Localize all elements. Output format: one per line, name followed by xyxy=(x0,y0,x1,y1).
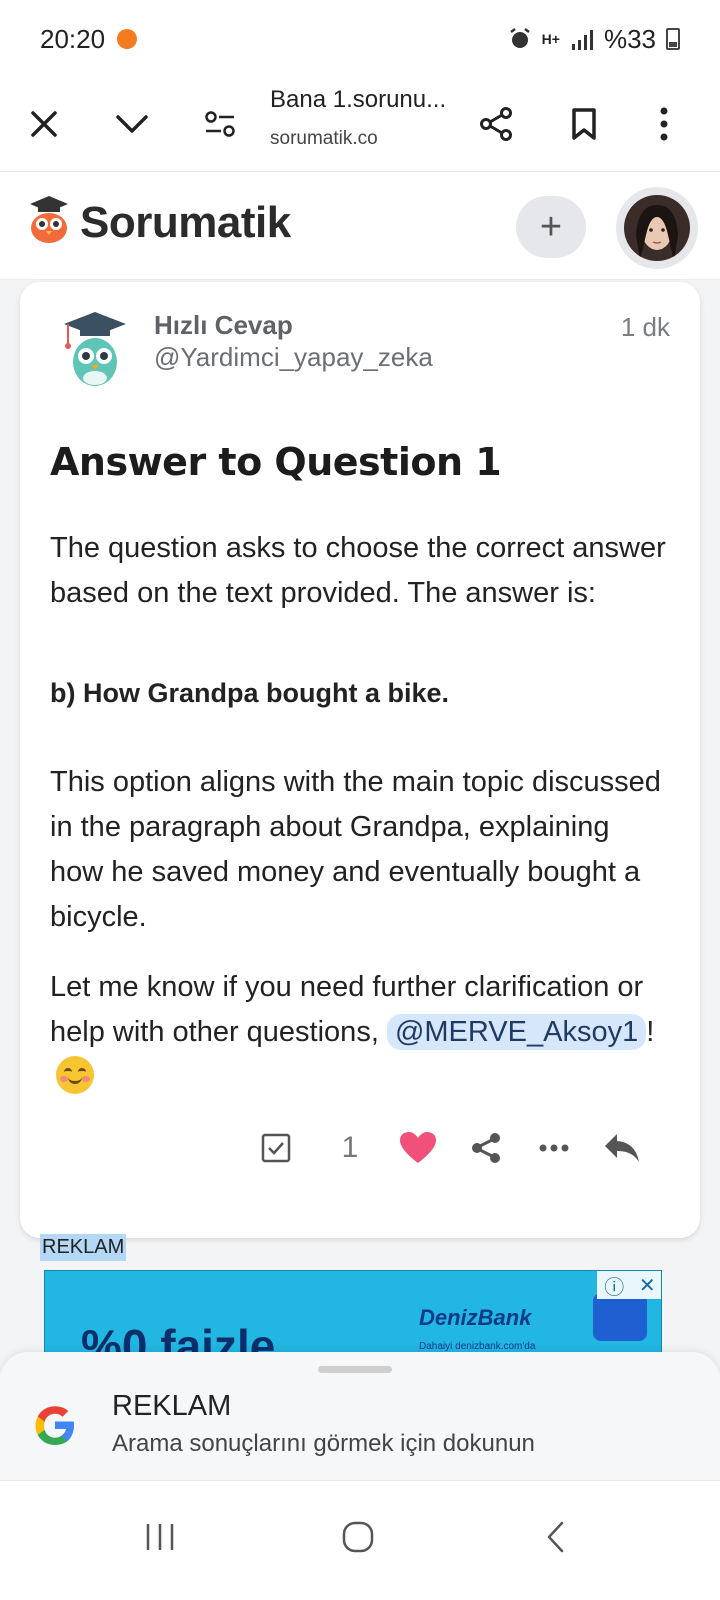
bookmark-icon[interactable] xyxy=(560,100,608,148)
bot-owl-avatar-icon[interactable] xyxy=(60,310,130,390)
share-icon[interactable] xyxy=(472,100,520,148)
user-mention[interactable]: @MERVE_Aksoy1 xyxy=(386,1014,647,1050)
avatar xyxy=(624,195,690,261)
ad-label: REKLAM xyxy=(40,1234,127,1261)
battery-icon xyxy=(666,28,680,50)
answer-intro: The question asks to choose the correct … xyxy=(50,532,666,609)
smiling-face-emoji-icon xyxy=(56,1056,94,1094)
ad-controls: ⓘ ✕ xyxy=(597,1271,661,1300)
home-icon[interactable] xyxy=(328,1507,388,1567)
ad-close-icon[interactable]: ✕ xyxy=(639,1273,656,1298)
more-vertical-icon[interactable] xyxy=(640,100,688,148)
network-type: H+ xyxy=(541,31,560,47)
site-settings-icon[interactable] xyxy=(196,100,244,148)
drag-handle[interactable] xyxy=(318,1366,392,1373)
ad-info-icon[interactable]: ⓘ xyxy=(604,1271,624,1300)
closing-exclamation: ! xyxy=(646,1016,655,1048)
ad-bank-subtitle: Dahaiyi denizbank.com'da xyxy=(419,1341,536,1352)
author-name[interactable]: Hızlı Cevap xyxy=(154,310,293,341)
answer-card: Hızlı Cevap @Yardimci_yapay_zeka 1 dk An… xyxy=(20,282,700,1238)
close-icon[interactable] xyxy=(20,100,68,148)
status-time: 20:20 xyxy=(40,23,106,54)
notification-dot-icon xyxy=(117,29,138,49)
answer-closing: Let me know if you need further clarific… xyxy=(50,965,670,1100)
site-brand[interactable]: Sorumatik xyxy=(80,198,291,248)
add-question-button[interactable]: + xyxy=(516,196,586,258)
reply-icon[interactable] xyxy=(602,1128,642,1168)
page-url[interactable]: sorumatik.co xyxy=(270,128,378,150)
site-header: Sorumatik + xyxy=(0,172,720,280)
status-indicators: H+ %33 xyxy=(508,24,680,55)
user-avatar-button[interactable] xyxy=(616,187,698,269)
recent-apps-icon[interactable] xyxy=(130,1507,190,1567)
answer-title: Answer to Question 1 xyxy=(50,440,502,484)
sheet-subtitle[interactable]: Arama sonuçlarını görmek için dokunun xyxy=(112,1430,535,1458)
status-bar: 20:20 H+ %33 xyxy=(0,0,720,78)
mark-solved-icon[interactable] xyxy=(258,1128,294,1168)
google-logo-icon xyxy=(35,1406,74,1445)
chevron-down-icon[interactable] xyxy=(108,100,156,148)
ad-bank-name[interactable]: DenizBank xyxy=(419,1305,531,1331)
browser-toolbar: Bana 1.sorunu... sorumatik.co xyxy=(0,78,720,172)
post-actions: 1 xyxy=(20,1120,700,1176)
sorumatik-logo-icon[interactable] xyxy=(28,194,70,244)
post-time: 1 dk xyxy=(620,312,670,342)
more-horizontal-icon[interactable] xyxy=(536,1128,572,1168)
like-count: 1 xyxy=(341,1131,359,1164)
alarm-icon xyxy=(509,28,530,48)
signal-icon xyxy=(571,30,593,50)
back-icon[interactable] xyxy=(526,1507,586,1567)
answer-choice: b) How Grandpa bought a bike. xyxy=(50,678,450,708)
status-time-group: 20:20 xyxy=(40,23,138,55)
bank-logo-icon xyxy=(593,1293,647,1341)
ad-banner[interactable]: %0 faizle DenizBank Dahaiyi denizbank.co… xyxy=(44,1270,662,1360)
system-nav-bar xyxy=(0,1480,720,1600)
answer-explanation: This option aligns with the main topic d… xyxy=(50,766,661,933)
battery-percent: %33 xyxy=(603,23,656,54)
share-post-icon[interactable] xyxy=(468,1128,504,1168)
author-handle[interactable]: @Yardimci_yapay_zeka xyxy=(154,342,433,373)
page-title[interactable]: Bana 1.sorunu... xyxy=(270,86,470,114)
heart-icon[interactable] xyxy=(398,1128,438,1168)
ad-bottom-sheet[interactable]: REKLAM Arama sonuçlarını görmek için dok… xyxy=(0,1352,720,1480)
sheet-title[interactable]: REKLAM xyxy=(112,1390,231,1423)
